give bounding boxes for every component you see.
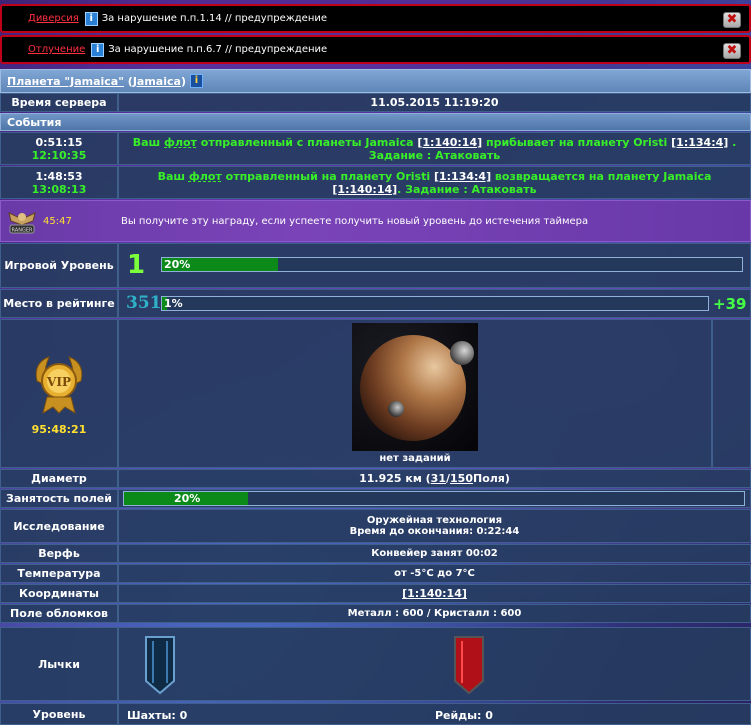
game-level-value: 1 bbox=[127, 250, 146, 280]
svg-text:VIP: VIP bbox=[46, 375, 71, 389]
research-label: Исследование bbox=[0, 509, 118, 543]
reward-row: RANGER 45:47 Вы получите эту награду, ес… bbox=[0, 200, 751, 242]
alert-category-link[interactable]: Отлучение bbox=[28, 44, 85, 55]
planet-coords-link[interactable]: Jamaica bbox=[133, 75, 181, 88]
debris-value: Металл : 600 / Кристалл : 600 bbox=[118, 604, 751, 623]
close-icon[interactable]: ✖ bbox=[723, 43, 741, 59]
events-header: События bbox=[0, 113, 751, 131]
event-description: Ваш флот отправленный с планеты Jamaica … bbox=[118, 132, 751, 165]
alert-category-link[interactable]: Диверсия bbox=[28, 13, 79, 24]
planet-panel: нет заданий bbox=[118, 319, 712, 468]
diameter-label: Диаметр bbox=[0, 469, 118, 488]
svg-text:RANGER: RANGER bbox=[12, 228, 33, 234]
planet-header: Планета "Jamaica" (Jamaica) i bbox=[0, 69, 751, 93]
close-icon[interactable]: ✖ bbox=[723, 12, 741, 28]
alert-text: За нарушение п.п.6.7 // предупреждение bbox=[108, 44, 328, 55]
coordinates-panel: [1:140:14] bbox=[118, 584, 751, 603]
coordinates-label: Координаты bbox=[0, 584, 118, 603]
vip-panel: VIP 95:48:21 bbox=[0, 319, 118, 468]
info-icon[interactable]: i bbox=[84, 11, 98, 26]
rating-label: Место в рейтинге bbox=[0, 289, 118, 318]
event-timer: 0:51:15 12:10:35 bbox=[0, 132, 118, 165]
ranger-badge-icon: RANGER bbox=[8, 212, 36, 234]
level-label: Уровень bbox=[0, 703, 118, 725]
red-stripe-icon[interactable] bbox=[453, 635, 485, 695]
rating-value: 351 bbox=[126, 293, 162, 313]
stripes-panel bbox=[118, 627, 751, 701]
research-value: Оружейная технология Время до окончания:… bbox=[118, 509, 751, 543]
vip-timer: 95:48:21 bbox=[31, 423, 87, 436]
coord-link[interactable]: [1:140:14] bbox=[417, 136, 482, 149]
coord-link[interactable]: [1:134:4] bbox=[434, 170, 491, 183]
coordinates-link[interactable]: [1:140:14] bbox=[402, 587, 467, 600]
blue-stripe-icon[interactable] bbox=[144, 635, 176, 695]
shipyard-value: Конвейер занят 00:02 bbox=[118, 544, 751, 563]
fields-progress-bar: 20% bbox=[123, 491, 745, 506]
alert-row-excommunication: Отлучение i За нарушение п.п.6.7 // пред… bbox=[0, 35, 751, 64]
game-level-panel: 1 20% bbox=[118, 243, 751, 288]
diameter-value: 11.925 км (31 / 150 Поля) bbox=[118, 469, 751, 488]
event-timer: 1:48:53 13:08:13 bbox=[0, 166, 118, 199]
fields-panel: 20% bbox=[118, 489, 751, 508]
raids-value: Рейды: 0 bbox=[435, 709, 493, 722]
coord-link[interactable]: [1:134:4] bbox=[671, 136, 728, 149]
info-icon[interactable]: i bbox=[189, 74, 203, 88]
event-description: Ваш флот отправленный на планету Oristi … bbox=[118, 166, 751, 199]
rating-progress-bar: 1% bbox=[161, 296, 709, 311]
mines-value: Шахты: 0 bbox=[127, 709, 188, 722]
fleet-link[interactable]: флот bbox=[164, 136, 197, 149]
game-level-progress-bar: 20% bbox=[161, 257, 743, 272]
rating-panel: 351 1% +39 bbox=[118, 289, 751, 318]
planet-image[interactable] bbox=[352, 323, 478, 451]
debris-label: Поле обломков bbox=[0, 604, 118, 623]
reward-timer: 45:47 bbox=[43, 216, 72, 227]
server-time-value: 11.05.2015 11:19:20 bbox=[118, 93, 751, 112]
coord-link[interactable]: [1:140:14] bbox=[332, 183, 397, 196]
shipyard-label: Верфь bbox=[0, 544, 118, 563]
info-icon[interactable]: i bbox=[91, 42, 105, 57]
fleet-link[interactable]: флот bbox=[189, 170, 222, 183]
total-fields-link[interactable]: 150 bbox=[450, 472, 473, 485]
alert-text: За нарушение п.п.1.14 // предупреждение bbox=[101, 13, 328, 24]
planet-name-link[interactable]: Планета "Jamaica" bbox=[7, 75, 124, 88]
server-time-label: Время сервера bbox=[0, 93, 118, 112]
vip-badge-icon[interactable]: VIP bbox=[29, 351, 89, 415]
fields-label: Занятость полей bbox=[0, 489, 118, 508]
alert-row-diversion: Диверсия i За нарушение п.п.1.14 // пред… bbox=[0, 4, 751, 33]
stripes-label: Лычки bbox=[0, 627, 118, 701]
page: { "alerts": [ {"category": "Диверсия", "… bbox=[0, 0, 751, 725]
used-fields-link[interactable]: 31 bbox=[431, 472, 446, 485]
game-level-label: Игровой Уровень bbox=[0, 243, 118, 288]
level-panel: Шахты: 0 Рейды: 0 bbox=[118, 703, 751, 725]
side-panel bbox=[712, 319, 751, 468]
temperature-label: Температура bbox=[0, 564, 118, 583]
planet-status: нет заданий bbox=[379, 453, 451, 464]
rating-delta: +39 bbox=[713, 295, 747, 313]
temperature-value: от -5°C до 7°C bbox=[118, 564, 751, 583]
reward-text: Вы получите эту награду, если успеете по… bbox=[121, 216, 589, 227]
